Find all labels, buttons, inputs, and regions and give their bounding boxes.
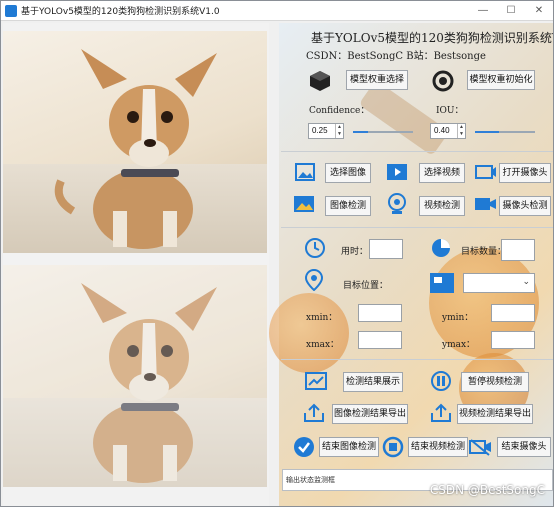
video-play-icon bbox=[387, 164, 407, 180]
location-pin-icon bbox=[305, 269, 323, 291]
camera-detect-icon bbox=[475, 198, 496, 210]
original-image-panel bbox=[3, 31, 267, 253]
select-image-button[interactable]: 选择图像 bbox=[325, 163, 371, 183]
watermark: CSDN @BestSongC bbox=[429, 483, 545, 497]
export-image-result-button[interactable]: 图像检测结果导出 bbox=[332, 404, 408, 424]
xmax-label: xmax： bbox=[306, 340, 340, 350]
pause-icon bbox=[431, 371, 451, 391]
ymax-label: ymax： bbox=[442, 340, 476, 350]
clock-icon bbox=[305, 238, 325, 258]
select-video-button[interactable]: 选择视频 bbox=[419, 163, 465, 183]
settings-gear-icon bbox=[432, 70, 454, 92]
model-weight-init-button[interactable]: 模型权重初始化 bbox=[467, 70, 535, 90]
show-result-button[interactable]: 检测结果展示 bbox=[343, 372, 403, 392]
camera-off-icon bbox=[469, 439, 491, 456]
confidence-value: 0.25 bbox=[312, 126, 328, 135]
target-count-field bbox=[501, 239, 535, 261]
ymin-label: ymin： bbox=[442, 313, 474, 323]
window-title: 基于YOLOv5模型的120类狗狗检测识别系统V1.0 bbox=[21, 7, 220, 17]
target-position-label: 目标位置： bbox=[343, 281, 389, 291]
separator bbox=[281, 151, 553, 152]
video-detect-button[interactable]: 视频检测 bbox=[419, 196, 465, 216]
iou-slider-fill bbox=[475, 131, 499, 133]
export-video-icon bbox=[431, 403, 451, 422]
pie-chart-icon bbox=[432, 239, 450, 257]
model-weight-select-button[interactable]: 模型权重选择 bbox=[346, 70, 408, 90]
open-camera-button[interactable]: 打开摄像头 bbox=[499, 163, 551, 183]
webcam-icon bbox=[388, 193, 406, 214]
ymax-field bbox=[491, 331, 535, 349]
xmin-label: xmin： bbox=[306, 313, 338, 323]
maximize-button[interactable]: ☐ bbox=[497, 1, 525, 21]
separator bbox=[281, 227, 553, 228]
app-header-subtitle: CSDN：BestSongC B站：Bestsonge bbox=[306, 51, 486, 62]
app-header-title: 基于YOLOv5模型的120类狗狗检测识别系统V1.0 bbox=[311, 31, 554, 45]
detection-result-panel bbox=[3, 265, 267, 487]
dog-result-image bbox=[81, 283, 217, 483]
image-display-area bbox=[3, 23, 269, 506]
position-image-icon bbox=[430, 273, 454, 293]
time-value-field bbox=[369, 239, 403, 259]
iou-value: 0.40 bbox=[434, 126, 450, 135]
cube-icon bbox=[310, 71, 330, 91]
dog-image bbox=[54, 49, 217, 249]
image-detect-icon bbox=[294, 196, 314, 212]
app-window: 基于YOLOv5模型的120类狗狗检测识别系统V1.0 — ☐ ✕ 基于YOLO… bbox=[0, 0, 554, 507]
image-detect-button[interactable]: 图像检测 bbox=[325, 196, 371, 216]
confidence-slider-fill bbox=[353, 131, 368, 133]
export-upload-icon bbox=[304, 403, 324, 422]
line-chart-icon bbox=[305, 372, 327, 390]
export-video-result-button[interactable]: 视频检测结果导出 bbox=[457, 404, 533, 424]
camera-icon bbox=[475, 165, 496, 179]
confidence-slider[interactable] bbox=[353, 131, 413, 133]
separator bbox=[281, 359, 553, 360]
pause-video-detect-button[interactable]: 暂停视频检测 bbox=[461, 372, 529, 392]
iou-slider[interactable] bbox=[475, 131, 535, 133]
time-label: 用时： bbox=[341, 247, 369, 257]
minimize-button[interactable]: — bbox=[469, 1, 497, 21]
end-camera-button[interactable]: 结束摄像头 bbox=[497, 437, 551, 457]
camera-detect-button[interactable]: 摄像头检测 bbox=[499, 196, 551, 216]
target-count-label: 目标数量： bbox=[461, 247, 507, 257]
target-select-dropdown[interactable]: ⌄ bbox=[463, 273, 535, 293]
confidence-spinbox[interactable]: 0.25 ▲ ▼ bbox=[308, 123, 344, 139]
close-button[interactable]: ✕ bbox=[525, 1, 553, 21]
control-panel bbox=[269, 23, 553, 506]
confidence-label: Confidence： bbox=[309, 106, 370, 116]
end-video-detect-button[interactable]: 结束视频检测 bbox=[408, 437, 468, 457]
xmin-field bbox=[358, 304, 402, 322]
stop-circle-icon bbox=[382, 436, 404, 458]
app-icon bbox=[5, 4, 17, 17]
title-bar: 基于YOLOv5模型的120类狗狗检测识别系统V1.0 — ☐ ✕ bbox=[1, 1, 553, 21]
ymin-field bbox=[491, 304, 535, 322]
iou-label: IOU： bbox=[436, 106, 464, 116]
iou-spinbox[interactable]: 0.40 ▲ ▼ bbox=[430, 123, 466, 139]
end-image-detect-button[interactable]: 结束图像检测 bbox=[319, 437, 379, 457]
check-circle-icon bbox=[294, 437, 314, 457]
image-icon bbox=[295, 163, 315, 181]
xmax-field bbox=[358, 331, 402, 349]
